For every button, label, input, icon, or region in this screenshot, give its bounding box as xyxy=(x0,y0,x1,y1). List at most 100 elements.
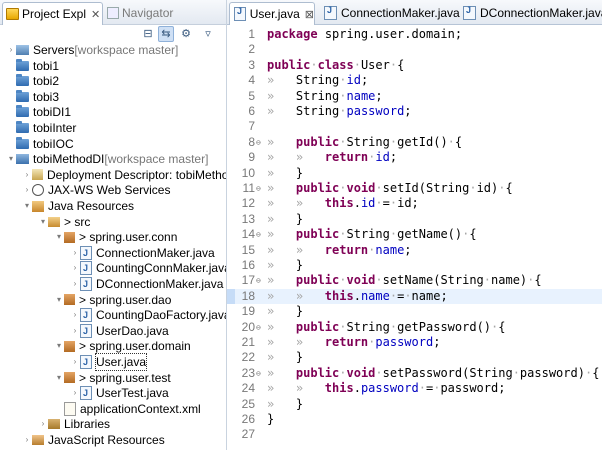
code-line[interactable]: 14 ⊖» public·String·getName()·{ xyxy=(227,227,602,242)
tree-item[interactable]: › CountingDaoFactory.java xyxy=(70,307,226,323)
collapsed-arrow-icon[interactable]: › xyxy=(70,307,80,323)
code-line[interactable]: 7 xyxy=(227,119,602,134)
code-line[interactable]: 24» » this.password·=·password; xyxy=(227,381,602,396)
collapsed-arrow-icon[interactable]: › xyxy=(70,276,80,292)
tree-item[interactable]: tobi3 xyxy=(6,89,59,105)
code-line[interactable]: 23 ⊖» public·void·setPassword(String·pass… xyxy=(227,366,602,381)
fold-toggle-icon[interactable]: ⊖ xyxy=(256,227,261,242)
tree-item-label: tobi3 xyxy=(33,89,60,104)
tree-item[interactable]: › UserDao.java xyxy=(70,323,169,339)
expanded-arrow-icon[interactable]: ▾ xyxy=(54,292,64,308)
fold-toggle-icon[interactable]: ⊖ xyxy=(256,273,261,288)
line-number: 22 xyxy=(241,350,255,365)
code-line[interactable]: 11 ⊖» public·void·setId(String·id)·{ xyxy=(227,181,602,196)
code-line[interactable]: 20 ⊖» public·String·getPassword()·{ xyxy=(227,320,602,335)
code-line[interactable]: 9 » » return·id; xyxy=(227,150,602,165)
tree-item[interactable]: ▾ tobiMethodDI [workspace master] xyxy=(6,151,208,167)
code-line[interactable]: 2 xyxy=(227,42,602,57)
code-line[interactable]: 26} xyxy=(227,412,602,427)
collapse-all-icon[interactable]: ⊟ xyxy=(140,26,156,42)
tree-item[interactable]: tobi1 xyxy=(6,58,59,74)
whitespace-marker: » xyxy=(267,181,296,195)
collapsed-arrow-icon[interactable]: › xyxy=(70,354,80,370)
code-line[interactable]: 5 » String·name; xyxy=(227,89,602,104)
tree-item[interactable]: › UserTest.java xyxy=(70,385,169,401)
code-text: » public·void·setId(String·id)·{ xyxy=(267,181,513,196)
tree-item[interactable]: › User.java xyxy=(70,353,148,371)
code-line[interactable]: 17 ⊖» public·void·setName(String·name)·{ xyxy=(227,273,602,288)
collapsed-arrow-icon[interactable]: › xyxy=(70,323,80,339)
expanded-arrow-icon[interactable]: ▾ xyxy=(6,151,16,167)
code-line[interactable]: 15 » » return·name; xyxy=(227,243,602,258)
code-line[interactable]: 10 » } xyxy=(227,166,602,181)
code-line[interactable]: 12» » this.id·=·id; xyxy=(227,196,602,211)
tree-item[interactable]: ▾ > spring.user.domain xyxy=(54,338,191,354)
collapsed-arrow-icon[interactable]: › xyxy=(70,385,80,401)
code-line[interactable]: 25 » } xyxy=(227,397,602,412)
code-line[interactable]: 22 » } xyxy=(227,350,602,365)
tree-item[interactable]: › DConnectionMaker.java xyxy=(70,276,224,292)
keyword-token: public xyxy=(295,134,340,149)
code-line[interactable]: 13 » } xyxy=(227,212,602,227)
code-text: » } xyxy=(267,397,303,412)
tree-item[interactable]: tobiIOC xyxy=(6,136,74,152)
code-line[interactable]: 3 public·class·User·{ xyxy=(227,58,602,73)
tree-item[interactable]: ▾ > src xyxy=(38,214,90,230)
filter-icon[interactable]: ⚙ xyxy=(178,26,194,42)
expanded-arrow-icon[interactable]: ▾ xyxy=(54,370,64,386)
code-line[interactable]: 19 » } xyxy=(227,304,602,319)
close-icon[interactable]: ✕ xyxy=(91,8,100,21)
collapsed-arrow-icon[interactable]: › xyxy=(70,245,80,261)
view-menu-chevron-down-icon[interactable]: ▿ xyxy=(200,26,216,42)
collapsed-arrow-icon[interactable]: › xyxy=(22,167,32,183)
expanded-arrow-icon[interactable]: ▾ xyxy=(38,214,48,230)
whitespace-marker: » xyxy=(267,165,296,180)
close-icon[interactable]: ⊠ xyxy=(305,8,314,21)
tree-item[interactable]: applicationContext.xml xyxy=(54,401,201,417)
code-line[interactable]: 1 package spring.user.domain; xyxy=(227,27,602,42)
fold-toggle-icon[interactable]: ⊖ xyxy=(256,181,261,196)
tree-item[interactable]: › JAX-WS Web Services xyxy=(22,182,171,198)
tree-item[interactable]: ▾ Java Resources xyxy=(22,198,134,214)
tree-item[interactable]: ▾ > spring.user.dao xyxy=(54,292,171,308)
tab-navigator[interactable]: Navigator xyxy=(104,2,173,24)
tree-item[interactable]: tobi2 xyxy=(6,73,59,89)
tree-item[interactable]: › CountingConnMaker.java xyxy=(70,260,226,276)
fold-toggle-icon[interactable]: ⊖ xyxy=(256,366,261,381)
code-line[interactable]: 21 » » return·password; xyxy=(227,335,602,350)
jfile-icon xyxy=(80,245,92,261)
code-line[interactable]: 4 » String·id; xyxy=(227,73,602,88)
tab-project-explorer[interactable]: Project Expl ✕ xyxy=(2,2,103,25)
tree-item[interactable]: › Deployment Descriptor: tobiMethodDI xyxy=(22,167,226,183)
collapsed-arrow-icon[interactable]: › xyxy=(22,432,32,448)
editor-tab[interactable]: User.java ⊠ xyxy=(229,2,315,25)
code-line[interactable]: 6 » String·password; xyxy=(227,104,602,119)
code-line[interactable]: 16 » } xyxy=(227,258,602,273)
editor-tab[interactable]: DConnectionMaker.java xyxy=(459,2,602,24)
collapsed-arrow-icon[interactable]: › xyxy=(22,182,32,198)
code-text: » } xyxy=(267,166,303,181)
tree-item[interactable]: tobiInter xyxy=(6,120,76,136)
tree-item[interactable]: › Servers [workspace master] xyxy=(6,42,179,58)
fold-toggle-icon[interactable]: ⊖ xyxy=(256,320,261,335)
tree-item[interactable]: › JavaScript Resources xyxy=(22,432,165,448)
editor-tab[interactable]: ConnectionMaker.java xyxy=(320,2,460,24)
code-line[interactable]: 27 xyxy=(227,427,602,442)
expanded-arrow-icon[interactable]: ▾ xyxy=(54,229,64,245)
collapsed-arrow-icon[interactable]: › xyxy=(6,42,16,58)
code-text: » String·password; xyxy=(267,104,412,119)
tree-item[interactable]: › Libraries xyxy=(38,416,110,432)
code-token: password) xyxy=(519,365,585,380)
collapsed-arrow-icon[interactable]: › xyxy=(38,416,48,432)
tree-item[interactable]: tobiDI1 xyxy=(6,104,71,120)
fold-toggle-icon[interactable]: ⊖ xyxy=(256,135,261,150)
collapsed-arrow-icon[interactable]: › xyxy=(70,260,80,276)
link-with-editor-icon[interactable]: ⇆ xyxy=(158,26,174,42)
expanded-arrow-icon[interactable]: ▾ xyxy=(54,338,64,354)
code-line[interactable]: 18 » » this.name·=·name; xyxy=(227,288,602,304)
tree-item[interactable]: ▾ > spring.user.conn xyxy=(54,229,177,245)
tree-item[interactable]: ▾ > spring.user.test xyxy=(54,370,171,386)
expanded-arrow-icon[interactable]: ▾ xyxy=(22,198,32,214)
code-line[interactable]: 8 ⊖» public·String·getId()·{ xyxy=(227,135,602,150)
tree-item[interactable]: › ConnectionMaker.java xyxy=(70,245,215,261)
